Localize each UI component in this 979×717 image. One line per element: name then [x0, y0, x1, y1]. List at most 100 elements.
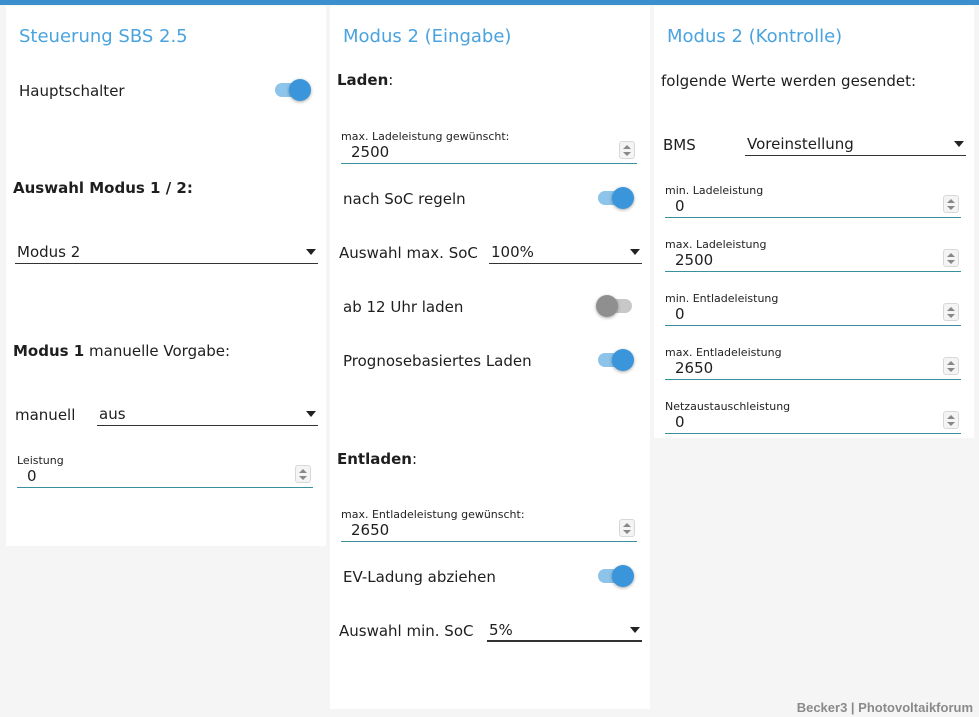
toggle-knob — [612, 349, 634, 371]
field-label: max. Ladeleistung — [665, 238, 767, 251]
field-value: 2500 — [675, 251, 714, 269]
chevron-down-icon — [306, 411, 316, 417]
ev-toggle[interactable] — [596, 565, 634, 587]
toggle-knob — [596, 295, 618, 317]
card-title: Steuerung SBS 2.5 — [19, 26, 188, 47]
bms-select-value: Voreinstellung — [747, 135, 854, 153]
spinner-icon[interactable] — [943, 195, 959, 213]
nach-soc-label: nach SoC regeln — [343, 190, 466, 208]
field-underline — [665, 325, 961, 326]
field-underline — [665, 379, 961, 380]
spinner-icon[interactable] — [943, 411, 959, 429]
spinner-icon[interactable] — [943, 249, 959, 267]
entladen-heading: Entladen: — [337, 450, 417, 468]
netzaustausch-field[interactable]: Netzaustauschleistung 0 — [665, 400, 961, 434]
field-value: 0 — [675, 305, 685, 323]
field-label: max. Entladeleistung — [665, 346, 782, 359]
field-underline — [17, 487, 313, 488]
laden-heading-text: Laden — [337, 71, 389, 89]
toggle-knob — [612, 187, 634, 209]
field-value: 0 — [675, 413, 685, 431]
ab12-label: ab 12 Uhr laden — [343, 298, 464, 316]
field-label: min. Ladeleistung — [665, 184, 764, 197]
spin-down-icon — [947, 314, 955, 318]
spin-down-icon — [947, 206, 955, 210]
toggle-knob — [289, 79, 311, 101]
field-label: min. Entladeleistung — [665, 292, 779, 305]
spin-up-icon — [623, 523, 631, 527]
card-kontrolle: Modus 2 (Kontrolle) folgende Werte werde… — [654, 6, 974, 438]
chevron-down-icon — [630, 627, 640, 633]
toggle-knob — [612, 565, 634, 587]
spinner-icon[interactable] — [943, 357, 959, 375]
max-entladeleistung-ctrl-field[interactable]: max. Entladeleistung 2650 — [665, 346, 961, 380]
modus1-heading: Modus 1 manuelle Vorgabe: — [13, 342, 230, 360]
field-underline — [665, 271, 961, 272]
spinner-icon[interactable] — [619, 141, 635, 159]
entladen-heading-text: Entladen — [337, 450, 412, 468]
nach-soc-toggle[interactable] — [596, 187, 634, 209]
hauptschalter-label: Hauptschalter — [19, 82, 125, 100]
manuell-select-value: aus — [99, 405, 126, 423]
entladen-heading-colon: : — [411, 450, 418, 468]
max-ladeleistung-ctrl-field[interactable]: max. Ladeleistung 2500 — [665, 238, 961, 272]
field-underline — [665, 217, 961, 218]
max-ladeleistung-field[interactable]: max. Ladeleistung gewünscht: 2500 — [341, 130, 637, 164]
min-ladeleistung-field[interactable]: min. Ladeleistung 0 — [665, 184, 961, 218]
field-underline — [665, 433, 961, 434]
max-ladeleistung-label: max. Ladeleistung gewünscht: — [341, 130, 510, 143]
leistung-field[interactable]: Leistung 0 — [17, 454, 313, 488]
card-title: Modus 2 (Eingabe) — [343, 26, 512, 47]
bms-select[interactable]: Voreinstellung — [745, 134, 966, 156]
chevron-down-icon — [630, 249, 640, 255]
card-title: Modus 2 (Kontrolle) — [667, 26, 843, 47]
field-value: 2650 — [675, 359, 714, 377]
spin-up-icon — [947, 361, 955, 365]
hauptschalter-toggle[interactable] — [273, 79, 311, 101]
kontrolle-subtitle: folgende Werte werden gesendet: — [661, 72, 917, 90]
laden-heading-colon: : — [388, 71, 394, 89]
min-soc-label: Auswahl min. SoC — [339, 622, 474, 640]
card-eingabe: Modus 2 (Eingabe) Laden: max. Ladeleistu… — [330, 6, 650, 709]
spin-down-icon — [623, 530, 631, 534]
ab12-toggle[interactable] — [596, 295, 634, 317]
spin-down-icon — [623, 152, 631, 156]
spin-up-icon — [947, 253, 955, 257]
spinner-icon[interactable] — [295, 465, 311, 483]
min-entladeleistung-field[interactable]: min. Entladeleistung 0 — [665, 292, 961, 326]
spin-up-icon — [299, 469, 307, 473]
modus1-heading-rest: manuelle Vorgabe: — [84, 342, 231, 360]
manuell-select[interactable]: aus — [97, 404, 318, 426]
field-label: Netzaustauschleistung — [665, 400, 791, 413]
watermark: Becker3 | Photovoltaikforum — [796, 700, 973, 715]
spinner-icon[interactable] — [619, 519, 635, 537]
spin-down-icon — [947, 260, 955, 264]
spin-down-icon — [299, 476, 307, 480]
max-ladeleistung-value: 2500 — [351, 143, 390, 161]
spin-up-icon — [623, 145, 631, 149]
spin-down-icon — [947, 422, 955, 426]
spinner-icon[interactable] — [943, 303, 959, 321]
top-accent-bar — [0, 0, 979, 5]
max-soc-select[interactable]: 100% — [489, 242, 642, 264]
min-soc-select[interactable]: 5% — [487, 620, 642, 642]
chevron-down-icon — [306, 249, 316, 255]
chevron-down-icon — [954, 141, 964, 147]
card-steuerung: Steuerung SBS 2.5 Hauptschalter Auswahl … — [6, 6, 326, 546]
max-soc-value: 100% — [491, 243, 534, 261]
manuell-label: manuell — [15, 406, 76, 424]
leistung-value: 0 — [27, 467, 37, 485]
spin-down-icon — [947, 368, 955, 372]
max-soc-label: Auswahl max. SoC — [339, 244, 478, 262]
max-entladeleistung-label: max. Entladeleistung gewünscht: — [341, 508, 525, 521]
field-value: 0 — [675, 197, 685, 215]
spin-up-icon — [947, 415, 955, 419]
bms-label: BMS — [663, 136, 696, 154]
modus1-heading-bold: Modus 1 — [13, 342, 85, 360]
spin-up-icon — [947, 199, 955, 203]
max-entladeleistung-field[interactable]: max. Entladeleistung gewünscht: 2650 — [341, 508, 637, 542]
modus-select[interactable]: Modus 2 — [15, 242, 318, 264]
prognose-toggle[interactable] — [596, 349, 634, 371]
auswahl-modus-heading: Auswahl Modus 1 / 2: — [13, 179, 193, 197]
field-underline — [341, 541, 637, 542]
